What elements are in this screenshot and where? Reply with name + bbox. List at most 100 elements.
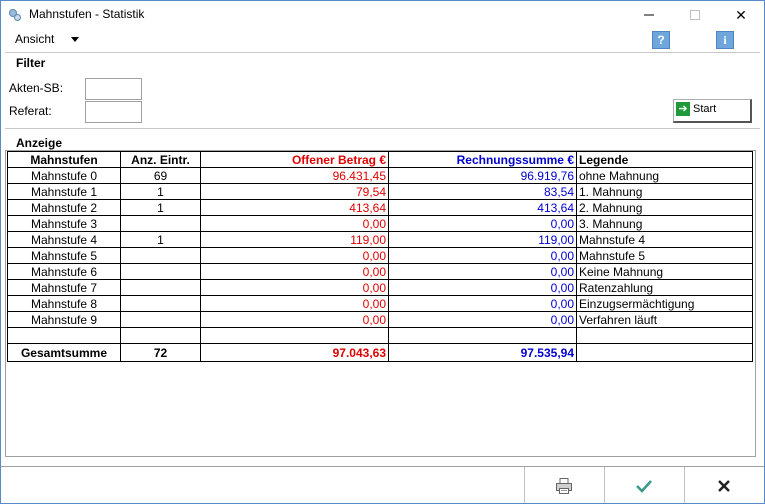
divider (5, 52, 760, 54)
cell-mahnstufe: Mahnstufe 9 (7, 311, 121, 328)
maximize-button[interactable] (672, 1, 718, 29)
cell-mahnstufe: Mahnstufe 1 (7, 183, 121, 200)
close-button[interactable]: ✕ (718, 1, 764, 29)
akten-sb-input[interactable] (85, 78, 142, 100)
window-title: Mahnstufen - Statistik (29, 7, 145, 21)
cell-mahnstufe: Mahnstufe 6 (7, 263, 121, 280)
cell-offen: 0,00 (200, 279, 389, 296)
cell-anz (120, 247, 201, 264)
cell-legende: Ratenzahlung (576, 279, 753, 296)
table-row-empty (7, 327, 753, 344)
header-legende[interactable]: Legende (576, 151, 753, 168)
statistik-window: Mahnstufen - Statistik ✕ Ansicht ? i Fil… (0, 0, 765, 504)
table-row[interactable]: Mahnstufe 6 0,00 0,00 Keine Mahnung (7, 263, 753, 280)
cell-rechnung: 0,00 (388, 215, 577, 232)
cell-mahnstufe: Mahnstufe 5 (7, 247, 121, 264)
statistik-table: Mahnstufen Anz. Eintr. Offener Betrag € … (7, 151, 753, 362)
ok-button[interactable] (604, 467, 683, 503)
header-anz-eintr[interactable]: Anz. Eintr. (120, 151, 201, 168)
footer-bar (1, 466, 764, 503)
table-row[interactable]: Mahnstufe 9 0,00 0,00 Verfahren läuft (7, 311, 753, 328)
cell-mahnstufe: Mahnstufe 4 (7, 231, 121, 248)
cell-mahnstufe: Mahnstufe 8 (7, 295, 121, 312)
menu-ansicht[interactable]: Ansicht (15, 32, 54, 46)
cell-legende: ohne Mahnung (576, 167, 753, 184)
cell-offen: 0,00 (200, 295, 389, 312)
cell-rechnung: 413,64 (388, 199, 577, 216)
cell-legende: Verfahren läuft (576, 311, 753, 328)
cell-rechnung: 0,00 (388, 263, 577, 280)
cell-legende: 2. Mahnung (576, 199, 753, 216)
cell-legende: Mahnstufe 4 (576, 231, 753, 248)
arrow-right-icon: ➔ (676, 102, 690, 116)
cell-rechnung: 0,00 (388, 247, 577, 264)
cell-anz: 1 (120, 183, 201, 200)
header-rechnungssumme[interactable]: Rechnungssumme € (388, 151, 577, 168)
info-icon[interactable]: i (716, 31, 734, 49)
title-bar: Mahnstufen - Statistik ✕ (1, 1, 764, 29)
cell-legende: 1. Mahnung (576, 183, 753, 200)
maximize-icon (690, 10, 700, 20)
cell-anz (120, 279, 201, 296)
sum-offen: 97.043,63 (200, 343, 389, 362)
cell-offen: 0,00 (200, 263, 389, 280)
anzeige-section-title: Anzeige (14, 136, 65, 150)
chevron-down-icon[interactable] (71, 37, 79, 42)
header-mahnstufen[interactable]: Mahnstufen (7, 151, 121, 168)
divider (5, 128, 760, 130)
checkmark-icon (636, 479, 652, 493)
table-row[interactable]: Mahnstufe 8 0,00 0,00 Einzugsermächtigun… (7, 295, 753, 312)
printer-icon (556, 477, 572, 494)
table-sum-row[interactable]: Gesamtsumme 72 97.043,63 97.535,94 (7, 343, 753, 362)
start-button-label: Start (693, 103, 717, 115)
minimize-button[interactable] (626, 1, 672, 29)
header-offener-betrag[interactable]: Offener Betrag € (200, 151, 389, 168)
referat-label: Referat: (9, 104, 52, 118)
cancel-button[interactable] (684, 467, 763, 503)
cancel-x-icon (718, 479, 730, 492)
cell-anz: 1 (120, 231, 201, 248)
cell-rechnung: 0,00 (388, 295, 577, 312)
cell-offen: 413,64 (200, 199, 389, 216)
cell-legende: Mahnstufe 5 (576, 247, 753, 264)
table-row[interactable]: Mahnstufe 2 1 413,64 413,64 2. Mahnung (7, 199, 753, 216)
cell-rechnung: 119,00 (388, 231, 577, 248)
table-row[interactable]: Mahnstufe 0 69 96.431,45 96.919,76 ohne … (7, 167, 753, 184)
cell-anz (120, 295, 201, 312)
cell-mahnstufe: Mahnstufe 0 (7, 167, 121, 184)
table-row[interactable]: Mahnstufe 4 1 119,00 119,00 Mahnstufe 4 (7, 231, 753, 248)
cell-rechnung: 0,00 (388, 279, 577, 296)
cell-mahnstufe: Mahnstufe 7 (7, 279, 121, 296)
cell-legende: Keine Mahnung (576, 263, 753, 280)
cell-anz: 1 (120, 199, 201, 216)
cell-offen: 119,00 (200, 231, 389, 248)
minimize-icon (644, 14, 654, 16)
cell-offen: 0,00 (200, 311, 389, 328)
referat-input[interactable] (85, 101, 142, 123)
table-row[interactable]: Mahnstufe 7 0,00 0,00 Ratenzahlung (7, 279, 753, 296)
cell-offen: 79,54 (200, 183, 389, 200)
print-button[interactable] (524, 467, 603, 503)
table-row[interactable]: Mahnstufe 3 0,00 0,00 3. Mahnung (7, 215, 753, 232)
table-row[interactable]: Mahnstufe 1 1 79,54 83,54 1. Mahnung (7, 183, 753, 200)
sum-rechnung: 97.535,94 (388, 343, 577, 362)
app-icon (9, 9, 21, 21)
cell-anz (120, 263, 201, 280)
cell-offen: 0,00 (200, 215, 389, 232)
cell-mahnstufe: Mahnstufe 3 (7, 215, 121, 232)
cell-anz (120, 215, 201, 232)
sum-legende (576, 343, 753, 362)
table-row[interactable]: Mahnstufe 5 0,00 0,00 Mahnstufe 5 (7, 247, 753, 264)
help-icon[interactable]: ? (652, 31, 670, 49)
cell-rechnung: 0,00 (388, 311, 577, 328)
cell-offen: 0,00 (200, 247, 389, 264)
start-button[interactable]: ➔ Start (673, 99, 752, 123)
sum-anz: 72 (120, 343, 201, 362)
menu-bar: Ansicht ? i (1, 29, 764, 51)
akten-sb-label: Akten-SB: (9, 81, 64, 95)
cell-rechnung: 96.919,76 (388, 167, 577, 184)
cell-offen: 96.431,45 (200, 167, 389, 184)
cell-anz: 69 (120, 167, 201, 184)
cell-legende: 3. Mahnung (576, 215, 753, 232)
close-icon: ✕ (735, 6, 747, 23)
